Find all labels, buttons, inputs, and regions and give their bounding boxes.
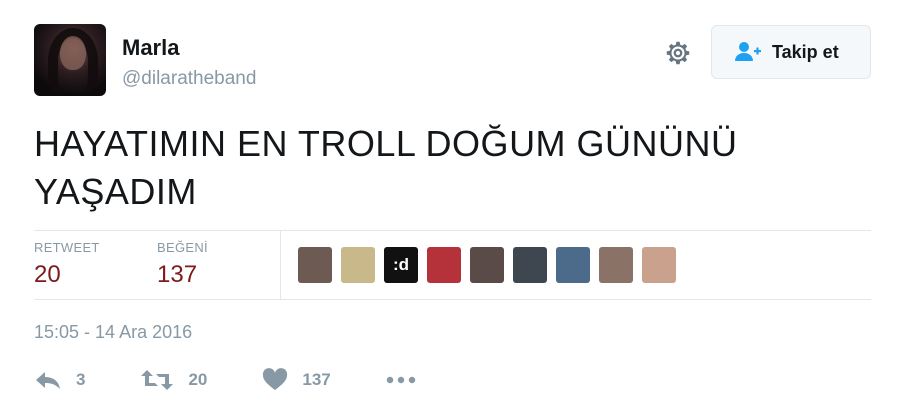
like-count: 137 [302, 370, 331, 389]
retweet-icon [141, 370, 174, 390]
retweet-stat-value: 20 [34, 261, 61, 288]
liker-avatar-1[interactable] [298, 247, 332, 283]
more-dots-icon [386, 376, 415, 384]
reply-button[interactable]: 3 [34, 368, 85, 392]
liker-avatar-text: :d [392, 255, 410, 274]
like-stat-label: BEĞENİ [157, 240, 208, 255]
like-button[interactable]: 137 [262, 368, 331, 392]
tweet-text-line-2: YAŞADIM [34, 171, 197, 212]
tweet-actions: 3 20 137 [34, 368, 471, 392]
tweet-text: HAYATIMIN EN TROLL DOĞUM GÜNÜNÜ YAŞADIM [34, 120, 864, 216]
follow-button-label: Takip et [772, 41, 839, 62]
avatar-face [60, 36, 86, 70]
liker-avatar-5[interactable] [470, 247, 504, 283]
reply-icon [36, 372, 60, 389]
stats-vertical-divider [280, 231, 281, 299]
follow-button[interactable]: Takip et [711, 25, 871, 79]
retweet-stat-label: RETWEET [34, 240, 100, 255]
stats-divider-top [34, 230, 871, 231]
screen-name[interactable]: @dilaratheband [122, 68, 256, 90]
gear-icon[interactable] [663, 38, 693, 68]
liker-avatar-9[interactable] [642, 247, 676, 283]
likers-avatar-list: :d [298, 247, 685, 283]
add-user-icon [735, 42, 761, 61]
retweet-stat[interactable]: RETWEET 20 [34, 240, 100, 289]
profile-avatar[interactable] [34, 24, 106, 96]
tweet-timestamp[interactable]: 15:05 - 14 Ara 2016 [34, 322, 192, 343]
liker-avatar-2[interactable] [341, 247, 375, 283]
liker-avatar-3[interactable]: :d [384, 247, 418, 283]
reply-count: 3 [76, 370, 86, 389]
liker-avatar-6[interactable] [513, 247, 547, 283]
liker-avatar-7[interactable] [556, 247, 590, 283]
liker-avatar-4[interactable] [427, 247, 461, 283]
retweet-button[interactable]: 20 [140, 368, 207, 392]
tweet-text-line-1: HAYATIMIN EN TROLL DOĞUM GÜNÜNÜ [34, 123, 738, 164]
like-stat[interactable]: BEĞENİ 137 [157, 240, 208, 289]
more-button[interactable] [386, 368, 416, 392]
like-stat-value: 137 [157, 261, 198, 288]
display-name[interactable]: Marla [122, 35, 179, 61]
stats-divider-bottom [34, 299, 871, 300]
retweet-count: 20 [188, 370, 208, 389]
heart-icon [263, 368, 288, 390]
liker-avatar-8[interactable] [599, 247, 633, 283]
